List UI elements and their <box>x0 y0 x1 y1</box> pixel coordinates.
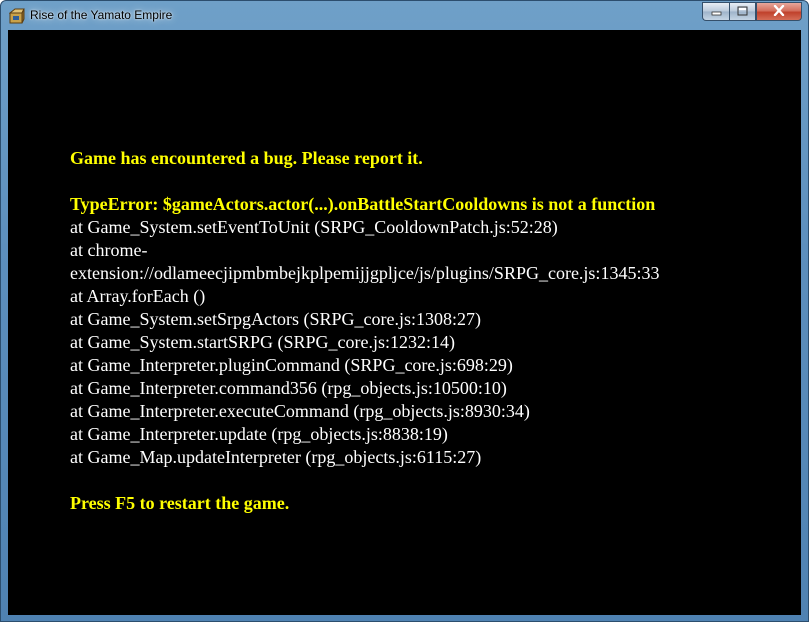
minimize-icon <box>711 3 722 21</box>
stack-line: at Game_Interpreter.update (rpg_objects.… <box>70 424 448 444</box>
error-message: Game has encountered a bug. Please repor… <box>70 147 770 515</box>
close-icon <box>773 3 785 21</box>
stack-line: at Game_Interpreter.executeCommand (rpg_… <box>70 401 530 421</box>
error-header: Game has encountered a bug. Please repor… <box>70 148 423 168</box>
stack-line: at Game_Interpreter.pluginCommand (SRPG_… <box>70 355 513 375</box>
stack-line: at Game_Interpreter.command356 (rpg_obje… <box>70 378 507 398</box>
restart-hint: Press F5 to restart the game. <box>70 493 290 513</box>
stack-line: at Game_System.startSRPG (SRPG_core.js:1… <box>70 332 455 352</box>
stack-line: at Array.forEach () <box>70 286 206 306</box>
caption-buttons <box>702 2 802 21</box>
close-button[interactable] <box>756 2 802 21</box>
stack-line: at Game_Map.updateInterpreter (rpg_objec… <box>70 447 482 467</box>
error-type: TypeError: $gameActors.actor(...).onBatt… <box>70 194 656 214</box>
maximize-icon <box>737 3 748 21</box>
rpg-maker-app-icon <box>8 8 25 24</box>
stack-line: extension://odlameecjipmbmbejkplpemijjgp… <box>70 263 660 283</box>
game-window: Rise of the Yamato Empire Game has encou… <box>0 0 809 622</box>
minimize-button[interactable] <box>702 2 729 21</box>
stack-line: at Game_System.setEventToUnit (SRPG_Cool… <box>70 217 558 237</box>
stack-line: at Game_System.setSrpgActors (SRPG_core.… <box>70 309 481 329</box>
window-title: Rise of the Yamato Empire <box>30 8 173 22</box>
stack-line: at chrome- <box>70 240 148 260</box>
maximize-button[interactable] <box>729 2 756 21</box>
title-bar[interactable]: Rise of the Yamato Empire <box>1 1 808 29</box>
